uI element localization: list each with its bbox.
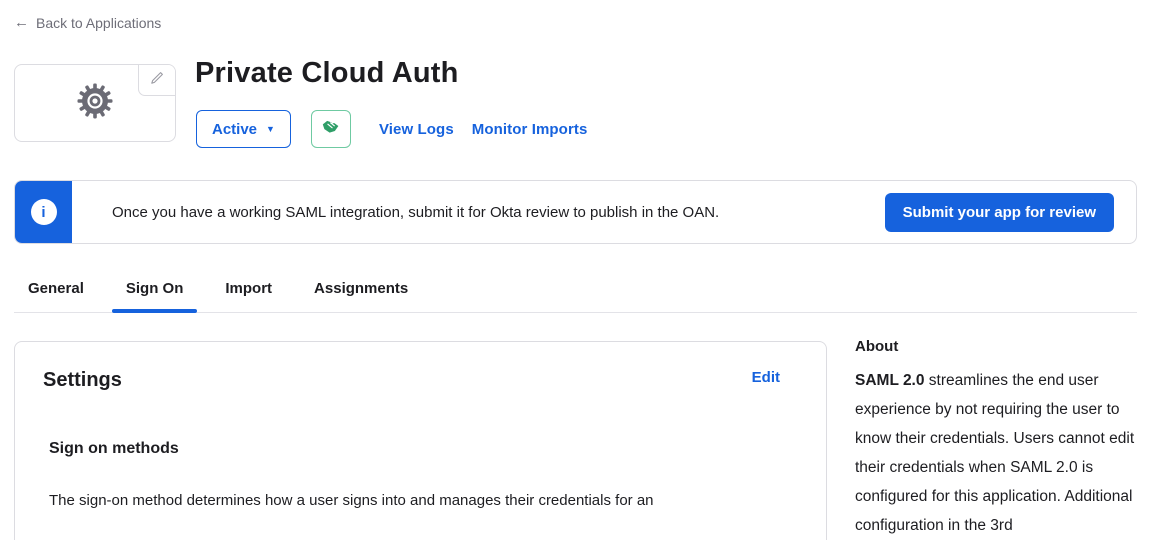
submit-app-for-review-button[interactable]: Submit your app for review [885,193,1114,232]
app-detail-page: ← Back to Applications [0,0,1151,540]
handshake-icon [320,116,341,142]
about-sidebar: About SAML 2.0 streamlines the end user … [855,338,1143,540]
banner-accent: i [15,181,72,243]
about-bold-lead: SAML 2.0 [855,372,925,389]
status-dropdown-button[interactable]: Active ▼ [196,110,291,148]
tab-general[interactable]: General [28,280,84,312]
edit-settings-link[interactable]: Edit [752,369,780,386]
view-logs-link[interactable]: View Logs [379,121,454,138]
tab-sign-on[interactable]: Sign On [126,280,184,312]
about-body-text: streamlines the end user experience by n… [855,372,1134,534]
partner-handshake-button[interactable] [311,110,351,148]
sign-on-methods-title: Sign on methods [49,440,798,458]
about-title: About [855,338,1143,355]
tab-assignments[interactable]: Assignments [314,280,408,312]
oan-review-banner: i Once you have a working SAML integrati… [14,180,1137,244]
sign-on-methods-description: The sign-on method determines how a user… [49,490,798,511]
app-tabs: General Sign On Import Assignments [14,280,1137,313]
gear-icon [75,81,115,126]
page-title: Private Cloud Auth [195,57,459,90]
back-arrow-icon: ← [14,14,29,31]
status-label: Active [212,121,257,138]
info-icon: i [31,199,57,225]
back-link-label: Back to Applications [36,15,161,31]
pencil-icon [150,71,164,90]
app-controls-row: Active ▼ View Logs Monitor Imports [196,110,587,148]
settings-title: Settings [43,369,122,392]
about-description: SAML 2.0 streamlines the end user experi… [855,366,1143,540]
back-to-applications-link[interactable]: ← Back to Applications [14,14,161,31]
settings-panel: Settings Edit Sign on methods The sign-o… [14,341,827,540]
edit-logo-button[interactable] [138,65,175,96]
banner-message: Once you have a working SAML integration… [112,204,885,221]
tab-import[interactable]: Import [225,280,272,312]
monitor-imports-link[interactable]: Monitor Imports [472,121,588,138]
chevron-down-icon: ▼ [266,125,275,134]
app-logo-card [14,64,176,142]
settings-header: Settings Edit [43,369,798,392]
